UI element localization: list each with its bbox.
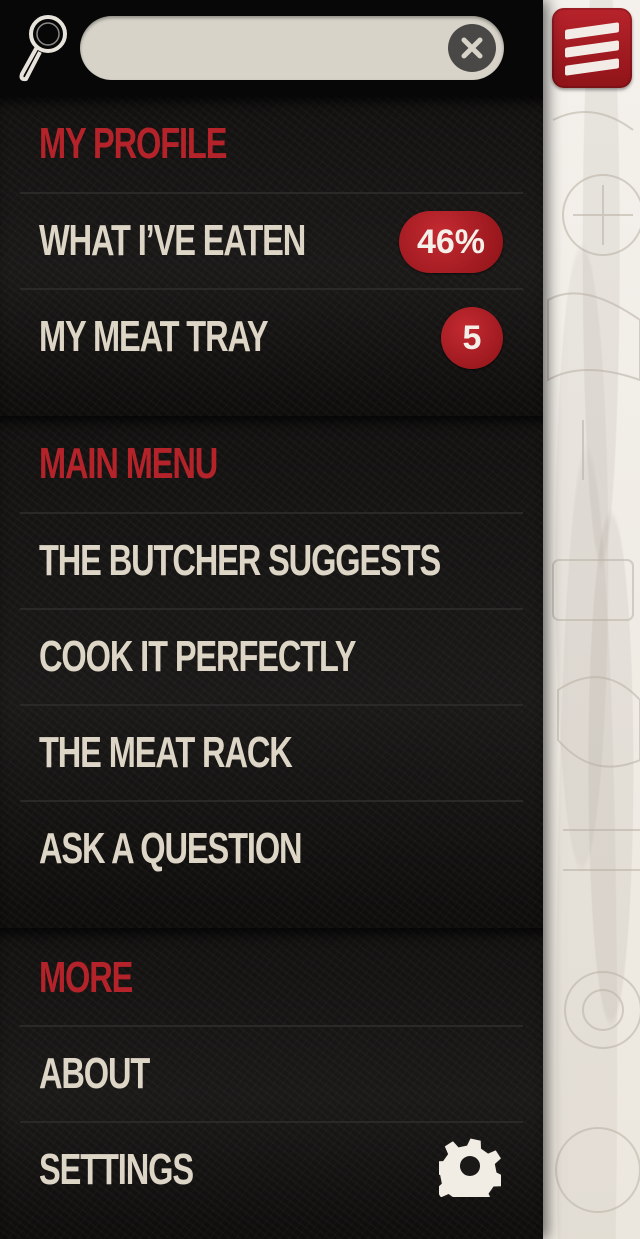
hamburger-menu-icon-bar	[565, 40, 619, 58]
menu-item-the-butcher-suggests[interactable]: THE BUTCHER SUGGESTS	[20, 512, 523, 610]
menu-item-about[interactable]: ABOUT	[20, 1025, 523, 1123]
side-drawer: MY PROFILE WHAT I’VE EATEN 46% MY MEAT T…	[0, 0, 543, 1239]
hamburger-menu-icon	[565, 22, 619, 40]
clear-search-button[interactable]	[448, 24, 496, 72]
menu-item-label: THE BUTCHER SUGGESTS	[39, 536, 441, 585]
menu-item-label: ASK A QUESTION	[39, 824, 303, 873]
more-section: MORE ABOUT SETTINGS	[0, 928, 543, 1239]
menu-item-cook-it-perfectly[interactable]: COOK IT PERFECTLY	[20, 608, 523, 706]
more-section-header: MORE	[39, 953, 133, 1002]
menu-item-the-meat-rack[interactable]: THE MEAT RACK	[20, 704, 523, 802]
search-input[interactable]	[102, 26, 446, 72]
profile-section: MY PROFILE WHAT I’VE EATEN 46% MY MEAT T…	[0, 96, 543, 416]
magnifier-icon[interactable]	[14, 12, 70, 84]
hamburger-menu-icon-bar	[565, 58, 619, 76]
profile-section-header: MY PROFILE	[39, 119, 227, 168]
search-bar	[0, 0, 543, 96]
menu-item-label: SETTINGS	[39, 1145, 194, 1194]
menu-item-label: COOK IT PERFECTLY	[39, 632, 357, 681]
menu-item-settings[interactable]: SETTINGS	[20, 1121, 523, 1219]
menu-item-label: WHAT I’VE EATEN	[39, 216, 306, 265]
search-field[interactable]	[80, 16, 504, 80]
gear-icon	[430, 1135, 506, 1212]
menu-item-what-ive-eaten[interactable]: WHAT I’VE EATEN 46%	[20, 192, 523, 290]
menu-item-my-meat-tray[interactable]: MY MEAT TRAY 5	[20, 288, 523, 386]
menu-toggle-button[interactable]	[552, 8, 632, 88]
menu-item-label: ABOUT	[39, 1049, 150, 1098]
progress-badge: 46%	[398, 211, 503, 273]
menu-item-label: THE MEAT RACK	[39, 728, 293, 777]
count-badge: 5	[441, 307, 503, 369]
main-menu-section: MAIN MENU THE BUTCHER SUGGESTS COOK IT P…	[0, 416, 543, 928]
clear-icon	[461, 37, 483, 59]
menu-item-ask-a-question[interactable]: ASK A QUESTION	[20, 800, 523, 898]
menu-item-label: MY MEAT TRAY	[39, 312, 269, 361]
content-peek	[543, 0, 640, 1239]
sketch-illustration	[547, 111, 640, 1213]
main-menu-section-header: MAIN MENU	[39, 439, 218, 488]
